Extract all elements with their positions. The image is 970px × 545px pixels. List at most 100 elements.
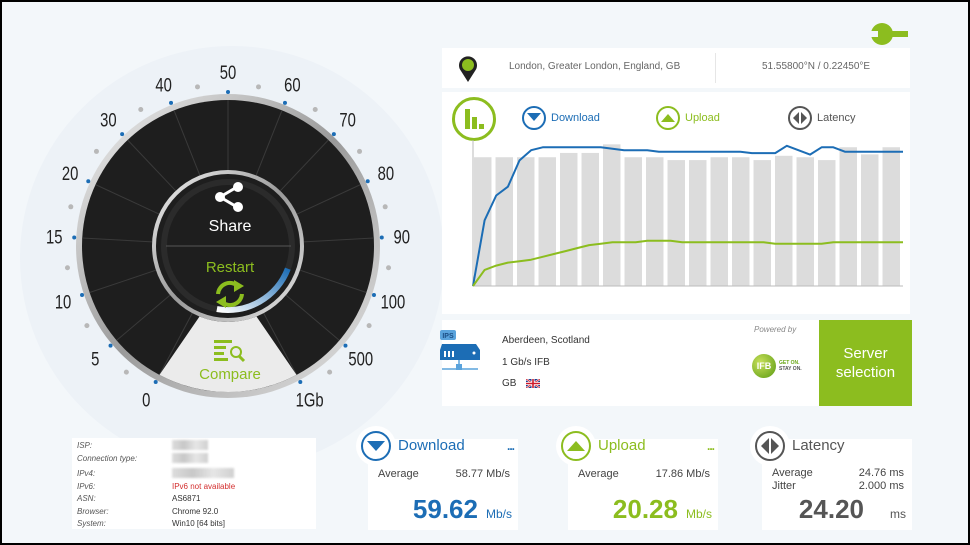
latency-bar [646,157,664,286]
latency-icon [788,106,812,130]
download-average-row: Average 58.77 Mb/s [378,468,510,480]
latency-bar [861,154,879,286]
latency-bar [882,147,900,286]
server-button-line-2: selection [835,364,896,381]
map-pin-icon [459,56,477,82]
dial-minor-dot [366,323,372,329]
download-title: Download [398,437,465,454]
dial-minor-dot [84,323,90,329]
dial-scale-label: 80 [378,163,394,184]
bar-chart-icon[interactable] [452,97,496,141]
dial-tick-marker [379,235,384,240]
info-value: Win10 [64 bits] [172,519,225,528]
upload-arrow-icon [561,431,591,461]
info-row: IPv4: [77,468,316,481]
download-unit: Mb/s [485,507,512,521]
latency-bar [818,160,836,286]
redacted-value [172,468,234,478]
latency-value-number: 24.20 [798,494,864,524]
dial-tick-marker [169,100,174,105]
ips-badge: IPS [442,333,454,340]
upload-more-button[interactable]: ... [707,439,715,453]
dial-minor-dot [357,148,363,154]
location-coords: 51.55800°N / 0.22450°E [762,61,871,72]
download-arrow-icon [361,431,391,461]
dial-scale-label: 5 [91,349,99,370]
upload-title: Upload [598,437,646,454]
dial-tick-marker [365,179,370,184]
dial-scale-label: 70 [339,110,355,131]
upload-value-number: 20.28 [612,494,678,524]
download-average-label: Average [378,468,419,480]
download-average-value: 58.77 Mb/s [455,468,510,480]
legend-download-label: Download [551,112,600,124]
latency-bar [581,152,599,286]
dial-minor-dot [138,106,144,112]
download-badge [356,426,396,466]
dial-scale-label: 90 [394,227,410,248]
latency-average-row: Average 24.76 ms [772,467,904,480]
dial-tick-marker [108,343,113,348]
upload-unit: Mb/s [685,507,712,521]
legend-download[interactable]: Download [522,106,600,130]
compare-label: Compare [199,366,261,383]
download-more-button[interactable]: ... [507,439,515,453]
ifb-logo: IFB GET ON. STAY ON. [752,354,802,378]
info-key: ISP: [77,441,93,450]
info-value: IPv6 not available [172,481,236,491]
latency-bar [732,157,750,286]
server-city: Aberdeen, Scotland [502,335,590,346]
ifb-tagline-2: STAY ON. [779,366,802,372]
dial-tick-marker [331,132,336,137]
connection-info-panel: ISP: Connection type: IPv4: IPv6: IPv6 not a… [72,438,316,529]
dial-tick-marker [226,90,230,94]
upload-line [472,239,903,287]
upload-average-label: Average [578,468,619,480]
server-button-line-1: Server [843,345,888,362]
info-value: Chrome 92.0 [172,506,219,516]
wrench-icon[interactable] [868,22,908,46]
dial-minor-dot [123,369,129,375]
download-card: Download ... Average 58.77 Mb/s 59.62 Mb… [356,426,518,530]
server-country: GB [502,378,517,389]
location-text: London, Greater London, England, GB [509,61,681,72]
legend-upload[interactable]: Upload [656,106,720,130]
dial-tick-marker [86,179,91,184]
download-line [472,144,903,287]
latency-average-label: Average [772,467,813,479]
info-key: IPv6: [77,481,96,491]
dial-tick-marker [282,100,287,105]
upload-card: Upload ... Average 17.86 Mb/s 20.28 Mb/s [556,426,718,530]
dial-scale-label: 1Gb [296,390,324,411]
latency-bar [775,155,793,286]
info-row: ISP: [77,440,316,453]
upload-badge [556,426,596,466]
latency-icon [755,431,785,461]
latency-badge [750,426,790,466]
dial-scale-label: 50 [220,62,236,83]
server-selection-button[interactable]: Server selection [819,320,912,406]
info-row: Browser: Chrome 92.0 [77,506,316,519]
speed-dial: Share Restart Compare 051015203040506070… [46,62,410,411]
dial-scale-label: 500 [348,349,373,370]
graph-panel: Download Upload Latency [442,92,910,314]
divider [715,53,716,83]
upload-value: 20.28 Mb/s [613,494,712,525]
location-bar: London, Greater London, England, GB 51.5… [442,48,910,88]
dial-scale-label: 0 [142,390,150,411]
dial-scale-label: 100 [381,292,406,313]
dial-scale-label: 20 [62,163,78,184]
info-row: ASN: AS6871 [77,493,316,506]
dial-scale-label: 60 [284,75,300,96]
dial-tick-marker [120,132,125,137]
ifb-logo-mark: IFB [752,354,776,378]
dial-scale-label: 15 [46,227,62,248]
chart-axes [472,140,903,287]
latency-jitter-label: Jitter [772,480,796,492]
dial-tick-marker [153,379,158,384]
info-row: Connection type: [77,452,316,466]
upload-average-value: 17.86 Mb/s [655,468,710,480]
server-panel: IPS Aberdeen, Scotland 1 Gb/s IFB GB Pow… [440,320,912,406]
latency-bar [560,152,578,286]
legend-latency[interactable]: Latency [788,106,856,130]
